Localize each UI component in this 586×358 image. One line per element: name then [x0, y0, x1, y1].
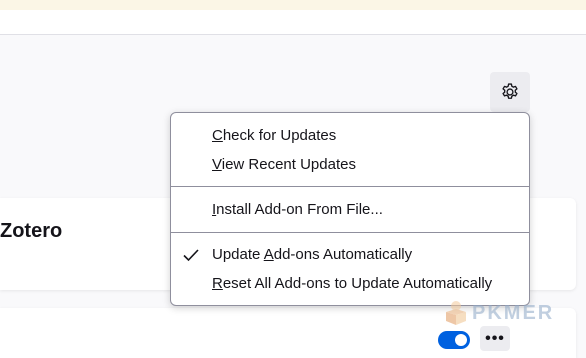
addon-name: Zotero	[0, 220, 63, 242]
watermark: PKMER	[444, 298, 554, 328]
gear-icon	[502, 83, 518, 99]
addon-enable-toggle[interactable]	[438, 331, 470, 349]
header-bar	[0, 10, 586, 35]
menu-item-label: eset All Add-ons to Update Automatically	[222, 275, 493, 292]
accesskey: R	[212, 275, 223, 292]
menu-item-view-recent-updates[interactable]: View Recent Updates	[171, 151, 529, 179]
menu-separator	[171, 186, 529, 187]
pkmer-logo-icon	[446, 301, 466, 325]
tools-gear-button[interactable]	[490, 72, 530, 112]
menu-item-label: dd-ons Automatically	[273, 246, 413, 263]
menu-item-label: nstall Add-on From File...	[216, 201, 383, 218]
menu-item-label-prefix: Update	[212, 246, 264, 263]
toggle-knob	[455, 334, 467, 346]
addons-tools-menu: Check for Updates View Recent Updates In…	[170, 112, 530, 306]
menu-item-check-for-updates[interactable]: Check for Updates	[171, 122, 529, 150]
accesskey: C	[212, 127, 223, 144]
menu-item-label: heck for Updates	[222, 127, 337, 144]
menu-item-reset-auto-update[interactable]: Reset All Add-ons to Update Automaticall…	[171, 270, 529, 298]
accesskey: A	[263, 246, 274, 263]
menu-item-label: iew Recent Updates	[221, 156, 356, 173]
menu-item-update-automatically[interactable]: Update Add-ons Automatically	[171, 241, 529, 269]
menu-separator	[171, 232, 529, 233]
more-options-button[interactable]: •••	[480, 326, 510, 351]
watermark-text: PKMER	[472, 301, 555, 324]
accesskey: V	[212, 156, 222, 173]
menu-item-install-from-file[interactable]: Install Add-on From File...	[171, 196, 529, 224]
checkmark-icon	[183, 249, 199, 262]
notification-banner	[0, 0, 586, 10]
